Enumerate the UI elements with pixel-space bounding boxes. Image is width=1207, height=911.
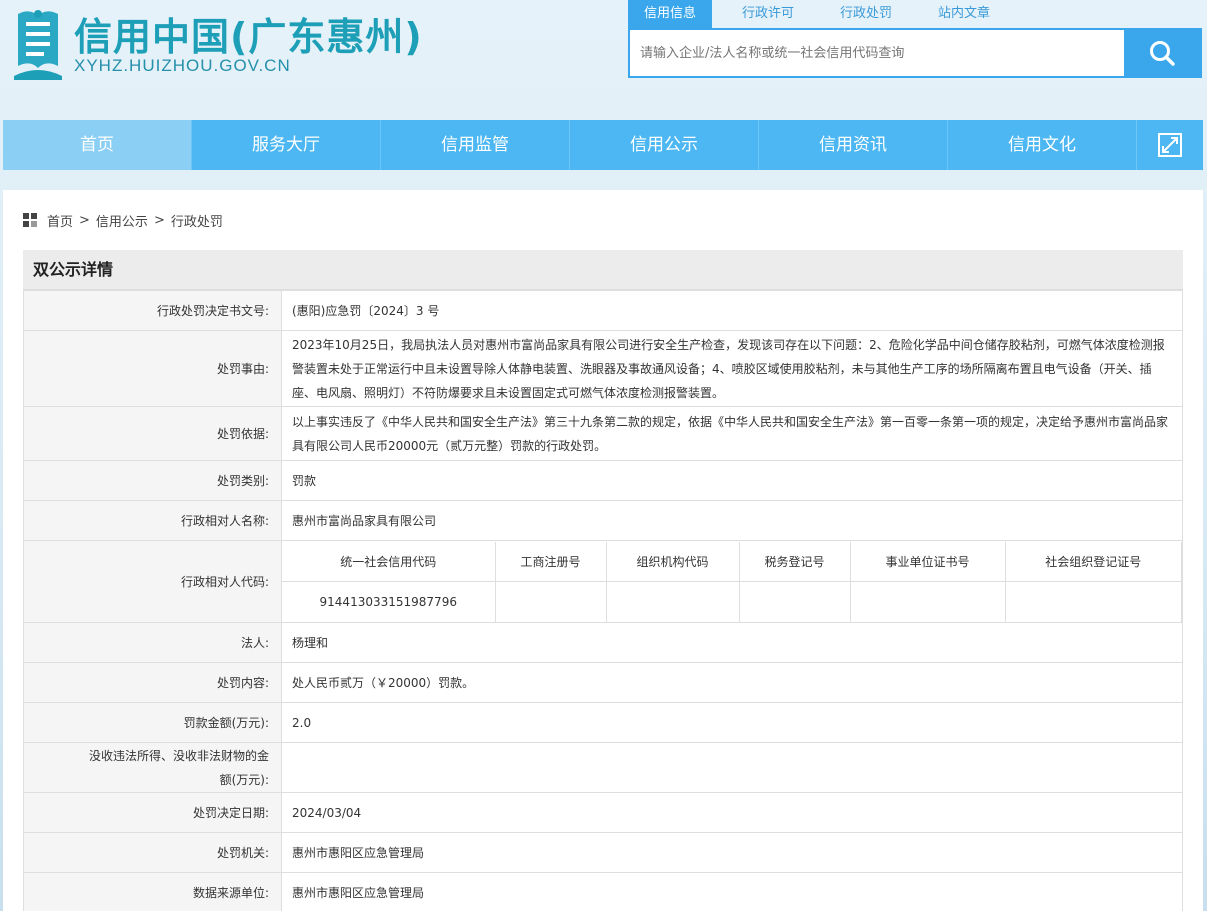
- code-header: 税务登记号: [738, 541, 851, 582]
- nav-item-credit-publicity[interactable]: 信用公示: [570, 120, 759, 170]
- authority-label: 处罚机关:: [23, 832, 282, 873]
- code-value: [738, 581, 851, 622]
- search-input[interactable]: [630, 30, 1124, 76]
- nav-item-credit-supervision[interactable]: 信用监管: [381, 120, 570, 170]
- search-tabs: 信用信息 行政许可 行政处罚 站内文章: [628, 0, 1020, 28]
- basis-label: 处罚依据:: [23, 406, 282, 461]
- confiscation-label: 没收违法所得、没收非法财物的金额(万元):: [23, 742, 282, 793]
- site-title[interactable]: 信用中国(广东惠州): [74, 6, 423, 61]
- nav-item-credit-news[interactable]: 信用资讯: [759, 120, 948, 170]
- nav-item-service-hall[interactable]: 服务大厅: [192, 120, 381, 170]
- table-row: 914413033151987796: [282, 581, 1182, 622]
- table-row: 处罚依据: 以上事实违反了《中华人民共和国安全生产法》第三十九条第二款的规定，依…: [23, 406, 1183, 461]
- search-button[interactable]: [1124, 30, 1200, 76]
- search-tab-admin-license[interactable]: 行政许可: [726, 0, 810, 28]
- basis-value: 以上事实违反了《中华人民共和国安全生产法》第三十九条第二款的规定，依据《中华人民…: [281, 406, 1183, 461]
- table-row: 法人: 杨理和: [23, 622, 1183, 663]
- breadcrumb-home[interactable]: 首页: [47, 211, 73, 230]
- table-row: 处罚机关: 惠州市惠阳区应急管理局: [23, 832, 1183, 873]
- decision-date-value: 2024/03/04: [281, 792, 1183, 833]
- category-label: 处罚类别:: [23, 460, 282, 501]
- breadcrumb-separator: >: [153, 212, 165, 228]
- table-row: 行政相对人名称: 惠州市富尚品家具有限公司: [23, 500, 1183, 541]
- detail-table: 行政处罚决定书文号: (惠阳)应急罚〔2024〕3 号 处罚事由: 2023年1…: [23, 290, 1183, 911]
- table-row: 没收违法所得、没收非法财物的金额(万元):: [23, 742, 1183, 793]
- decision-no-value: (惠阳)应急罚〔2024〕3 号: [281, 290, 1183, 331]
- party-name-label: 行政相对人名称:: [23, 500, 282, 541]
- search-box: [628, 28, 1202, 78]
- grid-icon: [23, 213, 37, 227]
- search-icon: [1150, 41, 1175, 66]
- fine-amount-value: 2.0: [281, 702, 1183, 743]
- code-value: [494, 581, 607, 622]
- nav-item-credit-culture[interactable]: 信用文化: [948, 120, 1137, 170]
- site-url: XYHZ.HUIZHOU.GOV.CN: [74, 56, 291, 75]
- detail-title: 双公示详情: [23, 250, 1183, 290]
- party-code-cell: 统一社会信用代码 工商注册号 组织机构代码 税务登记号 事业单位证书号 社会组织…: [281, 540, 1183, 623]
- party-code-table: 统一社会信用代码 工商注册号 组织机构代码 税务登记号 事业单位证书号 社会组织…: [282, 541, 1182, 622]
- code-header: 社会组织登记证号: [1004, 541, 1182, 582]
- table-row: 行政处罚决定书文号: (惠阳)应急罚〔2024〕3 号: [23, 290, 1183, 331]
- search-tab-site-articles[interactable]: 站内文章: [922, 0, 1006, 28]
- code-header: 事业单位证书号: [849, 541, 1006, 582]
- site-logo-icon[interactable]: [8, 6, 68, 80]
- nav-expand-button[interactable]: [1137, 120, 1203, 170]
- table-row: 罚款金额(万元): 2.0: [23, 702, 1183, 743]
- search-tab-credit-info[interactable]: 信用信息: [628, 0, 713, 28]
- confiscation-value: [281, 742, 1183, 793]
- data-source-value: 惠州市惠阳区应急管理局: [281, 872, 1183, 911]
- table-row: 处罚事由: 2023年10月25日，我局执法人员对惠州市富尚品家具有限公司进行安…: [23, 330, 1183, 407]
- party-code-label: 行政相对人代码:: [23, 540, 282, 623]
- decision-no-label: 行政处罚决定书文号:: [23, 290, 282, 331]
- table-row: 统一社会信用代码 工商注册号 组织机构代码 税务登记号 事业单位证书号 社会组织…: [282, 541, 1182, 582]
- code-value: [849, 581, 1006, 622]
- nav-item-home[interactable]: 首页: [3, 120, 192, 170]
- breadcrumb-credit-publicity[interactable]: 信用公示: [96, 211, 148, 230]
- table-row: 处罚类别: 罚款: [23, 460, 1183, 501]
- breadcrumb-admin-penalty[interactable]: 行政处罚: [171, 211, 223, 230]
- legal-person-value: 杨理和: [281, 622, 1183, 663]
- table-row: 数据来源单位: 惠州市惠阳区应急管理局: [23, 872, 1183, 911]
- data-source-label: 数据来源单位:: [23, 872, 282, 911]
- reason-value: 2023年10月25日，我局执法人员对惠州市富尚品家具有限公司进行安全生产检查，…: [281, 330, 1183, 407]
- penalty-detail: 双公示详情 行政处罚决定书文号: (惠阳)应急罚〔2024〕3 号 处罚事由: …: [23, 250, 1183, 911]
- code-value: [605, 581, 740, 622]
- code-header: 工商注册号: [494, 541, 607, 582]
- search-tab-admin-penalty[interactable]: 行政处罚: [824, 0, 908, 28]
- table-row: 行政相对人代码: 统一社会信用代码 工商注册号 组织机构代码 税务登记号 事业单…: [23, 540, 1183, 623]
- party-name-value: 惠州市富尚品家具有限公司: [281, 500, 1183, 541]
- breadcrumb-separator: >: [79, 212, 90, 228]
- penalty-content-value: 处人民币贰万（￥20000）罚款。: [281, 662, 1183, 703]
- content-panel: 首页 > 信用公示 > 行政处罚 双公示详情 行政处罚决定书文号: (惠阳)应急…: [3, 190, 1203, 911]
- fine-amount-label: 罚款金额(万元):: [23, 702, 282, 743]
- site-header: 信用中国(广东惠州) XYHZ.HUIZHOU.GOV.CN 信用信息 行政许可…: [0, 0, 1207, 120]
- table-row: 处罚内容: 处人民币贰万（￥20000）罚款。: [23, 662, 1183, 703]
- breadcrumb: 首页 > 信用公示 > 行政处罚: [23, 210, 223, 230]
- main-nav: 首页 服务大厅 信用监管 信用公示 信用资讯 信用文化: [3, 120, 1203, 170]
- code-header: 统一社会信用代码: [282, 541, 496, 582]
- expand-icon: [1158, 133, 1182, 157]
- reason-label: 处罚事由:: [23, 330, 282, 407]
- authority-value: 惠州市惠阳区应急管理局: [281, 832, 1183, 873]
- penalty-content-label: 处罚内容:: [23, 662, 282, 703]
- table-row: 处罚决定日期: 2024/03/04: [23, 792, 1183, 833]
- legal-person-label: 法人:: [23, 622, 282, 663]
- category-value: 罚款: [281, 460, 1183, 501]
- code-header: 组织机构代码: [605, 541, 740, 582]
- code-value: 914413033151987796: [282, 581, 496, 622]
- code-value: [1004, 581, 1182, 622]
- decision-date-label: 处罚决定日期:: [23, 792, 282, 833]
